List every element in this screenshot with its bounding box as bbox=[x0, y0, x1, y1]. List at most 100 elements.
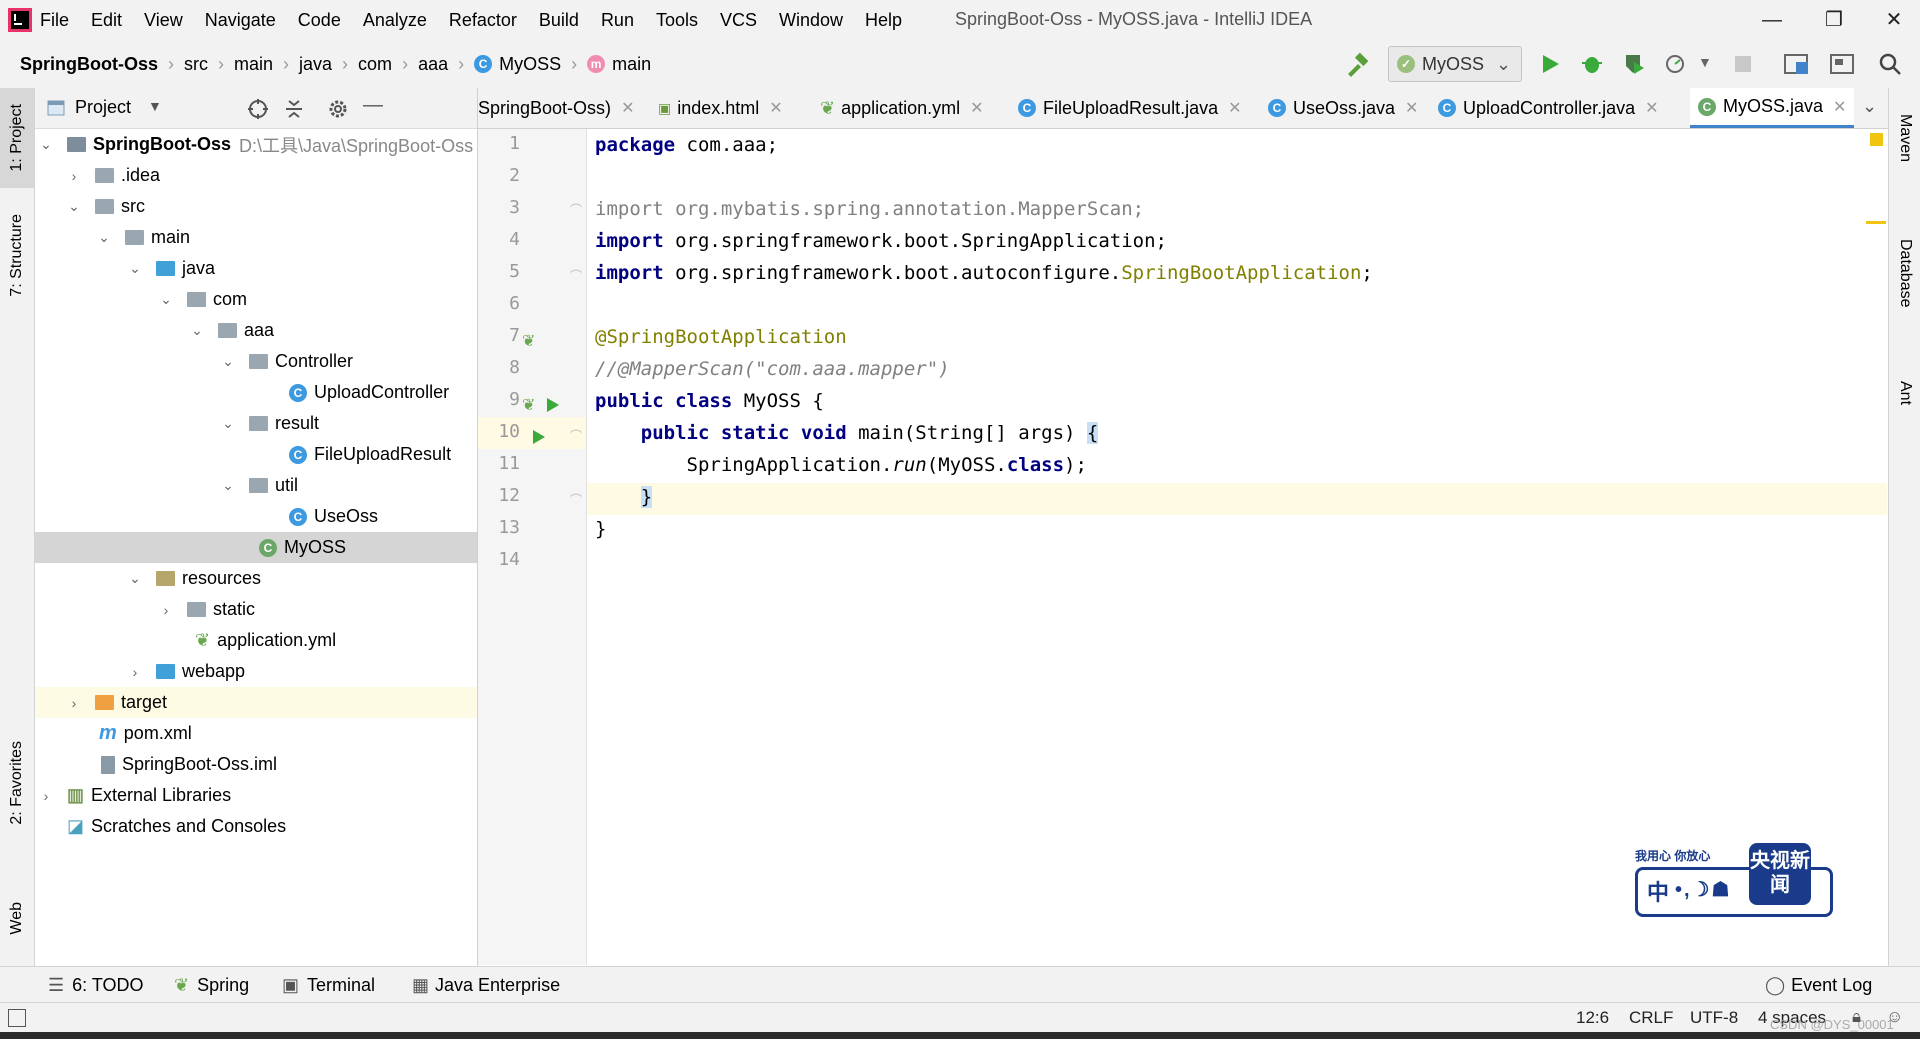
tab-uploadcontroller[interactable]: C UploadController.java ✕ bbox=[1438, 88, 1659, 128]
tool-tab-ant[interactable]: Ant bbox=[1889, 358, 1920, 428]
expanded-arrow-icon[interactable]: ⌄ bbox=[221, 415, 235, 432]
locate-icon[interactable] bbox=[247, 98, 269, 120]
tree-node-application-yml[interactable]: ❦ application.yml bbox=[35, 625, 477, 656]
caret-position[interactable]: 12:6 bbox=[1576, 1003, 1609, 1033]
tool-terminal[interactable]: ▣ Terminal bbox=[282, 967, 375, 1003]
menu-vcs[interactable]: VCS bbox=[720, 10, 757, 31]
tree-node-target[interactable]: › target bbox=[35, 687, 477, 718]
close-icon[interactable]: ✕ bbox=[1833, 97, 1846, 117]
breadcrumb-myoss[interactable]: C MyOSS bbox=[474, 54, 561, 75]
tree-node-uploadcontroller[interactable]: C UploadController bbox=[35, 377, 477, 408]
tree-node-com[interactable]: ⌄ com bbox=[35, 284, 477, 315]
search-icon[interactable] bbox=[1878, 52, 1902, 76]
restore-button[interactable]: ❐ bbox=[1814, 6, 1854, 34]
debug-icon[interactable] bbox=[1580, 52, 1604, 76]
tree-node-external-libraries[interactable]: › ▥ External Libraries bbox=[35, 780, 477, 811]
project-structure-icon[interactable] bbox=[1784, 52, 1810, 76]
code-editor[interactable]: package com.aaa; import org.mybatis.spri… bbox=[587, 129, 1887, 965]
close-icon[interactable]: ✕ bbox=[970, 98, 983, 118]
dropdown-arrow-icon[interactable]: ▼ bbox=[1698, 54, 1712, 70]
breadcrumb-com[interactable]: com bbox=[358, 54, 392, 75]
file-encoding[interactable]: UTF-8 bbox=[1690, 1003, 1738, 1033]
breadcrumb-aaa[interactable]: aaa bbox=[418, 54, 448, 75]
lock-icon[interactable]: 🔒︎ bbox=[1852, 1007, 1861, 1027]
expanded-arrow-icon[interactable]: ⌄ bbox=[128, 260, 142, 277]
menu-file[interactable]: File bbox=[40, 10, 69, 31]
expanded-arrow-icon[interactable]: ⌄ bbox=[39, 136, 53, 153]
tree-node-controller[interactable]: ⌄ Controller bbox=[35, 346, 477, 377]
tool-tab-maven[interactable]: Maven bbox=[1889, 98, 1920, 178]
tabs-overflow-icon[interactable]: ⌄ bbox=[1862, 96, 1877, 117]
tab-myoss[interactable]: C MyOSS.java ✕ bbox=[1690, 88, 1855, 128]
collapsed-arrow-icon[interactable]: › bbox=[128, 664, 142, 680]
menu-edit[interactable]: Edit bbox=[91, 10, 122, 31]
tool-event-log[interactable]: ◯ Event Log bbox=[1765, 967, 1872, 1003]
tree-node-useoss[interactable]: C UseOss bbox=[35, 501, 477, 532]
tree-node-aaa[interactable]: ⌄ aaa bbox=[35, 315, 477, 346]
spring-bean-icon[interactable]: ❦ bbox=[522, 331, 535, 351]
menu-build[interactable]: Build bbox=[539, 10, 579, 31]
spring-bean-icon[interactable]: ❦ bbox=[522, 395, 535, 415]
tree-node-result[interactable]: ⌄ result bbox=[35, 408, 477, 439]
build-hammer-icon[interactable] bbox=[1344, 52, 1370, 78]
tool-spring[interactable]: ❦ Spring bbox=[174, 967, 249, 1003]
tool-todo[interactable]: ☰ 6: TODO bbox=[48, 967, 144, 1003]
run-gutter-icon[interactable] bbox=[546, 397, 560, 413]
tool-tab-structure[interactable]: 7: Structure bbox=[0, 200, 34, 310]
fold-icon[interactable]: ⌒ bbox=[570, 427, 582, 444]
toggle-tool-windows-icon[interactable] bbox=[8, 1009, 26, 1027]
collapsed-arrow-icon[interactable]: › bbox=[67, 168, 81, 184]
collapsed-arrow-icon[interactable]: › bbox=[159, 602, 173, 618]
tool-tab-database[interactable]: Database bbox=[1889, 208, 1920, 338]
tree-node-webapp[interactable]: › webapp bbox=[35, 656, 477, 687]
tree-node-scratches[interactable]: ◪ Scratches and Consoles bbox=[35, 811, 477, 842]
tool-java-enterprise[interactable]: ▦ Java Enterprise bbox=[412, 967, 560, 1003]
menu-code[interactable]: Code bbox=[298, 10, 341, 31]
menu-analyze[interactable]: Analyze bbox=[363, 10, 427, 31]
tool-tab-favorites[interactable]: 2: Favorites bbox=[0, 728, 34, 838]
fold-icon[interactable]: ⌒ bbox=[570, 267, 582, 284]
breadcrumb-method[interactable]: m main bbox=[587, 54, 651, 75]
tree-node-main[interactable]: ⌄ main bbox=[35, 222, 477, 253]
stop-icon[interactable] bbox=[1732, 53, 1754, 75]
tree-node-util[interactable]: ⌄ util bbox=[35, 470, 477, 501]
hide-panel-icon[interactable]: — bbox=[363, 94, 383, 117]
collapsed-arrow-icon[interactable]: › bbox=[39, 788, 53, 804]
expanded-arrow-icon[interactable]: ⌄ bbox=[67, 198, 81, 215]
line-separator[interactable]: CRLF bbox=[1629, 1003, 1673, 1033]
run-config-dropdown[interactable]: ✓ MyOSS ⌄ bbox=[1388, 46, 1522, 82]
collapse-all-icon[interactable] bbox=[283, 98, 305, 120]
chevron-down-icon[interactable]: ▼ bbox=[148, 98, 162, 114]
tree-node-idea[interactable]: › .idea bbox=[35, 160, 477, 191]
collapsed-arrow-icon[interactable]: › bbox=[67, 695, 81, 711]
menu-navigate[interactable]: Navigate bbox=[205, 10, 276, 31]
menu-window[interactable]: Window bbox=[779, 10, 843, 31]
fold-icon[interactable]: ⌒ bbox=[570, 491, 582, 508]
breadcrumb-main[interactable]: main bbox=[234, 54, 273, 75]
close-icon[interactable]: ✕ bbox=[1405, 98, 1418, 118]
gear-icon[interactable] bbox=[327, 98, 349, 120]
expanded-arrow-icon[interactable]: ⌄ bbox=[221, 353, 235, 370]
menu-tools[interactable]: Tools bbox=[656, 10, 698, 31]
tree-node-src[interactable]: ⌄ src bbox=[35, 191, 477, 222]
menu-run[interactable]: Run bbox=[601, 10, 634, 31]
close-icon[interactable]: ✕ bbox=[621, 98, 634, 118]
coverage-icon[interactable] bbox=[1622, 52, 1646, 76]
tree-node-pom[interactable]: m pom.xml bbox=[35, 718, 477, 749]
tree-node-java[interactable]: ⌄ java bbox=[35, 253, 477, 284]
tree-node-fileuploadresult[interactable]: C FileUploadResult bbox=[35, 439, 477, 470]
tab-springboot-oss[interactable]: SpringBoot-Oss) ✕ bbox=[478, 88, 634, 128]
close-icon[interactable]: ✕ bbox=[769, 98, 782, 118]
tree-node-static[interactable]: › static bbox=[35, 594, 477, 625]
tab-index-html[interactable]: ▣ index.html ✕ bbox=[658, 88, 783, 128]
profiler-icon[interactable] bbox=[1664, 52, 1688, 76]
tree-node-myoss[interactable]: C MyOSS bbox=[35, 532, 477, 563]
tool-tab-project[interactable]: 1: Project bbox=[0, 88, 34, 188]
tool-tab-web[interactable]: Web bbox=[0, 878, 34, 958]
tree-node-iml[interactable]: SpringBoot-Oss.iml bbox=[35, 749, 477, 780]
warning-marker[interactable] bbox=[1866, 221, 1886, 224]
run-icon[interactable] bbox=[1538, 52, 1562, 76]
fold-icon[interactable]: ⌒ bbox=[570, 201, 582, 218]
close-icon[interactable]: ✕ bbox=[1228, 98, 1241, 118]
inspector-icon[interactable]: ☺ bbox=[1886, 1007, 1903, 1027]
